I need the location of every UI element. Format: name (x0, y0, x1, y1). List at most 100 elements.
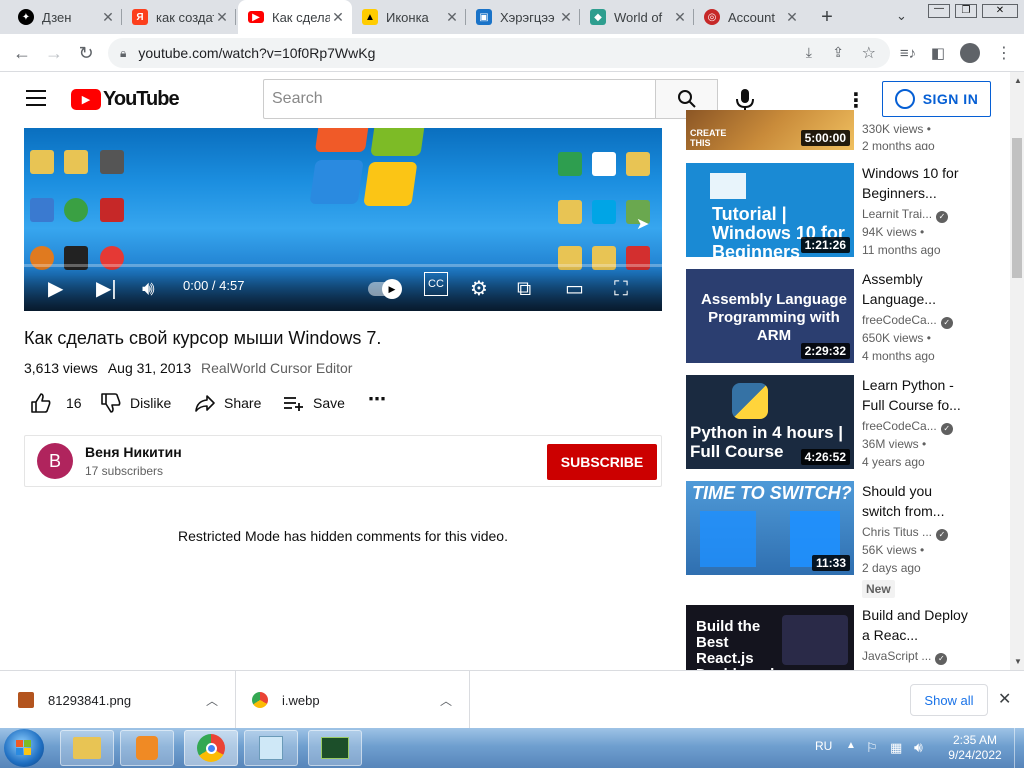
progress-bar[interactable] (24, 264, 662, 267)
avatar[interactable]: B (37, 443, 73, 479)
chevron-up-icon[interactable]: ︿ (440, 692, 452, 709)
close-tab-icon[interactable]: ✕ (330, 9, 346, 26)
channel-link[interactable]: Chris Titus ... ✓ (862, 525, 949, 541)
share-button[interactable]: Share (194, 392, 261, 414)
page-scrollbar[interactable]: ▲ ▼ (1010, 72, 1024, 670)
tab-world-of[interactable]: ◆ World of ✕ (580, 0, 694, 34)
minimize-button[interactable]: — (928, 4, 950, 18)
new-tab-button[interactable]: + (816, 6, 838, 28)
tab-yandex[interactable]: Я как создать ✕ (122, 0, 236, 34)
dislike-button[interactable]: Dislike (100, 392, 171, 414)
captions-icon[interactable]: CC (424, 272, 448, 296)
settings-gear-icon[interactable]: ⚙ (470, 279, 488, 299)
video-thumbnail[interactable]: CREATE THIS 5:00:00 (686, 110, 854, 150)
recommendation-item[interactable]: Tutorial | Windows 10 for Beginners 1:21… (686, 163, 986, 259)
hamburger-menu-icon[interactable] (26, 90, 46, 106)
video-thumbnail[interactable]: Python in 4 hours | Full Course 4:26:52 (686, 375, 854, 469)
video-thumbnail[interactable]: Tutorial | Windows 10 for Beginners 1:21… (686, 163, 854, 257)
search-input[interactable] (263, 79, 655, 119)
channel-link[interactable]: JavaScript ... ✓ (862, 649, 948, 665)
channel-link[interactable]: Learnit Trai... ✓ (862, 207, 949, 223)
play-icon[interactable]: ▶ (48, 279, 63, 299)
profile-icon[interactable] (956, 39, 984, 67)
like-button[interactable]: 16 (30, 392, 82, 414)
video-thumbnail[interactable]: TIME TO SWITCH? 11:33 (686, 481, 854, 575)
taskbar-notepad[interactable] (244, 730, 298, 766)
next-icon[interactable]: ▶| (96, 279, 117, 299)
tab-account[interactable]: ◎ Account ✕ (694, 0, 806, 34)
tray-expand-icon[interactable]: ▲ (846, 740, 856, 751)
video-title: Как сделать свой курсор мыши Windows 7. (24, 328, 382, 348)
close-tab-icon[interactable]: ✕ (444, 9, 460, 26)
clock[interactable]: 2:35 AM 9/24/2022 (942, 733, 1008, 763)
recommendation-item[interactable]: Assembly Language Programming with ARM 2… (686, 269, 986, 365)
bookmark-star-icon[interactable]: ☆ (862, 43, 876, 63)
video-thumbnail[interactable]: Assembly Language Programming with ARM 2… (686, 269, 854, 363)
recommendation-item[interactable]: Python in 4 hours | Full Course 4:26:52 … (686, 375, 986, 471)
volume-icon[interactable]: 🔊︎ (914, 739, 923, 756)
recommendation-item[interactable]: CREATE THIS 5:00:00 330K views • 2 month… (686, 110, 986, 150)
show-desktop-button[interactable] (1014, 728, 1024, 768)
theater-mode-icon[interactable]: ▭ (565, 279, 584, 299)
start-button[interactable] (4, 729, 44, 767)
miniplayer-icon[interactable]: ⧉ (517, 279, 531, 299)
taskbar-chrome[interactable] (184, 730, 238, 766)
save-button[interactable]: Save (283, 392, 345, 414)
close-window-button[interactable]: ✕ (982, 4, 1018, 18)
address-bar[interactable]: 🔒︎ youtube.com/watch?v=10f0Rp7WwKg ⤓ ⇪ ☆ (108, 38, 890, 68)
recommendation-item[interactable]: Build the Best React.js Dashboard Build … (686, 605, 986, 670)
fullscreen-icon[interactable]: ⛶ (614, 279, 628, 299)
download-item[interactable]: 81293841.png ︿ (18, 671, 236, 729)
youtube-logo[interactable]: ▶ YouTube (71, 88, 180, 111)
tab-youtube-active[interactable]: ▶ Как сделать ✕ (238, 0, 352, 34)
action-center-icon[interactable]: ⚐ (866, 740, 878, 756)
video-player[interactable]: ➤ ▶ ▶| 🔊︎ 0:00 / 4:57 ▶ CC ⚙ ⧉ ▭ ⛶ (24, 128, 662, 311)
show-all-button[interactable]: Show all (910, 684, 988, 716)
more-actions-icon[interactable]: ⋯ (368, 389, 386, 410)
download-item[interactable]: i.webp ︿ (252, 671, 470, 729)
close-tab-icon[interactable]: ✕ (784, 9, 800, 26)
close-download-bar-icon[interactable]: ✕ (998, 689, 1011, 709)
volume-icon[interactable]: 🔊︎ (142, 279, 155, 299)
side-panel-icon[interactable]: ◧ (924, 39, 952, 67)
tab-heregtsee[interactable]: ▣ Хэрэгцээ ✕ (466, 0, 580, 34)
tab-dzen[interactable]: ✦ Дзен ✕ (8, 0, 122, 34)
close-tab-icon[interactable]: ✕ (100, 9, 116, 26)
taskbar-explorer[interactable] (60, 730, 114, 766)
video-thumbnail[interactable]: Build the Best React.js Dashboard (686, 605, 854, 670)
forward-icon[interactable]: → (40, 39, 68, 67)
chevron-up-icon[interactable]: ︿ (206, 692, 218, 709)
network-icon[interactable]: ▦ (890, 740, 902, 756)
close-tab-icon[interactable]: ✕ (558, 9, 574, 26)
folder-icon (558, 200, 582, 224)
account-circle-icon (894, 89, 915, 109)
taskbar-media-player[interactable] (120, 730, 174, 766)
language-indicator[interactable]: RU (815, 739, 832, 753)
subscribe-button[interactable]: SUBSCRIBE (547, 444, 657, 480)
share-page-icon[interactable]: ⇪ (832, 44, 844, 61)
chrome-icon (197, 734, 225, 762)
tab-search-button[interactable]: ⌄ (896, 8, 907, 24)
channel-name[interactable]: Веня Никитин (85, 444, 182, 460)
recommendation-item[interactable]: TIME TO SWITCH? 11:33 Should you switch … (686, 481, 986, 601)
media-player-icon (136, 736, 158, 760)
restore-button[interactable]: ❐ (955, 4, 977, 18)
scrollbar-thumb[interactable] (1012, 138, 1022, 278)
back-icon[interactable]: ← (8, 39, 36, 67)
close-tab-icon[interactable]: ✕ (672, 9, 688, 26)
voice-search-button[interactable] (734, 88, 756, 112)
chrome-menu-icon[interactable]: ⋮ (990, 39, 1018, 67)
video-tag[interactable]: RealWorld Cursor Editor (201, 360, 352, 376)
autoplay-toggle[interactable]: ▶ (368, 279, 402, 299)
tab-ikonka[interactable]: ▲ Иконка ✕ (352, 0, 466, 34)
channel-link[interactable]: freeCodeCa... ✓ (862, 313, 953, 329)
install-app-icon[interactable]: ⤓ (806, 44, 812, 61)
taskbar-terminal[interactable] (308, 730, 362, 766)
close-tab-icon[interactable]: ✕ (214, 9, 230, 26)
media-control-icon[interactable]: ≡♪ (894, 39, 922, 67)
channel-link[interactable]: freeCodeCa... ✓ (862, 419, 953, 435)
scroll-down-icon[interactable]: ▼ (1014, 657, 1022, 666)
scroll-up-icon[interactable]: ▲ (1014, 76, 1022, 85)
mouse-cursor-icon: ➤ (636, 216, 650, 233)
reload-icon[interactable]: ↻ (72, 39, 100, 67)
